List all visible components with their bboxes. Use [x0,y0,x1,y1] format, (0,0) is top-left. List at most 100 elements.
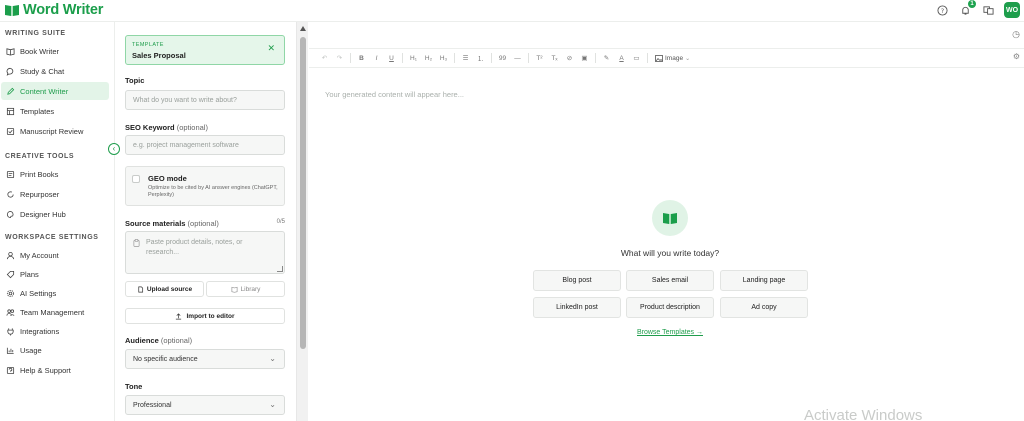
notifications-icon[interactable]: 1 [958,0,976,17]
language-icon[interactable] [981,3,995,17]
italic-icon[interactable]: I [369,51,384,65]
sidebar-item-label: Manuscript Review [20,126,84,136]
user-avatar[interactable]: WO [1004,2,1020,18]
toolbar-divider [402,53,403,63]
help-icon[interactable]: ? [935,3,949,17]
close-icon[interactable]: ✕ [267,43,275,54]
pen-icon [7,87,15,95]
refresh-icon [7,190,14,198]
sidebar-item-print-books[interactable]: Print Books [1,165,109,183]
geo-mode-checkbox[interactable] [132,175,140,183]
quote-icon[interactable]: 99 [495,51,510,65]
sidebar-item-label: Plans [20,269,39,279]
source-materials-label: Source materials (optional) [125,219,219,228]
undo-icon[interactable]: ↶ [317,51,332,65]
sidebar-item-label: Templates [20,106,55,116]
sidebar-item-ai-settings[interactable]: AI Settings [1,284,109,302]
bullet-list-icon[interactable]: ☰ [458,51,473,65]
text-color-icon[interactable]: A [614,51,629,65]
quick-action-product-description[interactable]: Product description [626,297,714,318]
upload-source-button[interactable]: Upload source [125,281,204,297]
sidebar-item-label: Help & Support [20,365,71,375]
sidebar-item-templates[interactable]: Templates [1,102,109,120]
sidebar-item-study-chat[interactable]: Study & Chat [1,62,109,80]
quick-action-landing-page[interactable]: Landing page [720,270,808,291]
sidebar-item-plans[interactable]: Plans [1,265,109,283]
open-book-icon [6,47,15,56]
chevron-down-icon: ⌄ [685,55,691,62]
tone-select[interactable]: Professional ⌄ [125,395,285,415]
sidebar-item-book-writer[interactable]: Book Writer [1,42,109,60]
heading-2-icon[interactable]: H₂ [421,51,436,65]
heading-3-icon[interactable]: H₃ [436,51,451,65]
geo-mode-title: GEO mode [148,174,187,183]
source-materials-textarea[interactable]: Paste product details, notes, or researc… [125,231,285,274]
content-form-panel: TEMPLATE Sales Proposal ✕ Topic What do … [116,22,294,421]
import-to-editor-button[interactable]: Import to editor [125,308,285,324]
sidebar-item-repurposer[interactable]: Repurposer [1,185,109,203]
link-icon[interactable]: ⊘ [562,51,577,65]
resize-handle[interactable] [277,266,283,272]
tone-label: Tone [125,382,143,391]
scrollbar-thumb[interactable] [300,37,306,349]
library-book-icon [231,286,238,293]
user-icon [6,251,15,259]
numbered-list-icon[interactable]: ⒈ [473,51,488,65]
sidebar-item-my-account[interactable]: My Account [1,246,109,264]
sidebar-item-team-management[interactable]: Team Management [1,303,109,321]
quick-action-blog-post[interactable]: Blog post [533,270,621,291]
settings-gear-icon[interactable]: ⚙ [1013,52,1020,61]
toolbar-divider [595,53,596,63]
top-bar-actions: ? 1 WO [935,0,1020,18]
book-logo-icon [652,200,688,236]
brand-logo[interactable]: Word Writer [4,0,103,20]
editor-toolbar: ↶ ↷ B I U H₁ H₂ H₃ ☰ ⒈ 99 — T² Tₓ ⊘ ▣ ✎ … [309,48,1024,68]
gear-icon [6,289,15,297]
seo-keyword-input[interactable]: e.g. project management software [125,135,285,155]
sidebar: WRITING SUITE Book Writer Study & Chat C… [0,22,115,421]
chat-bubble-icon [6,67,14,76]
upload-file-icon [138,286,143,292]
quick-action-ad-copy[interactable]: Ad copy [720,297,808,318]
geo-mode-option[interactable]: GEO mode Optimize to be cited by AI answ… [125,166,285,206]
toolbar-divider [454,53,455,63]
chevron-down-icon: ⌄ [269,354,276,363]
sidebar-item-label: My Account [20,250,59,260]
sidebar-item-usage[interactable]: Usage [1,341,109,359]
geo-mode-description: Optimize to be cited by AI answer engine… [148,185,278,198]
audience-select[interactable]: No specific audience ⌄ [125,349,285,369]
scroll-up-arrow-icon[interactable] [300,26,306,31]
quick-action-linkedin-post[interactable]: LinkedIn post [533,297,621,318]
sidebar-item-label: Study & Chat [20,66,65,76]
underline-icon[interactable]: U [384,51,399,65]
clear-format-icon[interactable]: Tₓ [547,51,562,65]
library-button[interactable]: Library [206,281,285,297]
sidebar-item-designer-hub[interactable]: Designer Hub [1,205,109,223]
superscript-icon[interactable]: T² [532,51,547,65]
template-label: TEMPLATE [132,42,164,48]
sidebar-item-integrations[interactable]: Integrations [1,322,109,340]
sidebar-item-label: Book Writer [20,46,60,56]
help-support-icon [6,366,15,374]
editor-placeholder[interactable]: Your generated content will appear here.… [325,90,464,99]
sidebar-item-help-support[interactable]: Help & Support [1,361,109,379]
form-scrollbar[interactable] [296,22,308,421]
horizontal-rule-icon[interactable]: — [510,51,525,65]
writing-prompt-heading: What will you write today? [620,248,720,258]
browse-templates-link[interactable]: Browse Templates → [309,329,1024,336]
delete-icon[interactable]: ▣ [577,51,592,65]
heading-1-icon[interactable]: H₁ [406,51,421,65]
sidebar-item-content-writer[interactable]: Content Writer [1,82,109,100]
bold-icon[interactable]: B [354,51,369,65]
sidebar-item-manuscript-review[interactable]: Manuscript Review [1,122,109,140]
audience-label: Audience (optional) [125,336,193,345]
quick-action-sales-email[interactable]: Sales email [626,270,714,291]
redo-icon[interactable]: ↷ [332,51,347,65]
history-icon[interactable]: ◷ [1012,29,1020,40]
comment-icon[interactable]: ▭ [629,51,644,65]
sidebar-item-label: Repurposer [20,189,60,199]
topic-input[interactable]: What do you want to write about? [125,90,285,110]
highlight-icon[interactable]: ✎ [599,51,614,65]
collapse-sidebar-button[interactable]: ‹ [108,143,120,155]
insert-image-dropdown[interactable]: Image ⌄ [651,55,694,62]
